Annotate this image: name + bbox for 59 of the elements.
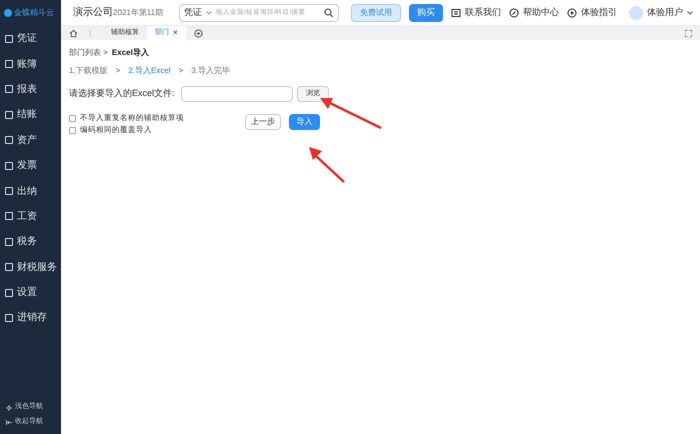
checkbox[interactable] [69, 114, 76, 122]
nav-item[interactable]: 结账 [0, 102, 61, 128]
nav-icon [5, 162, 13, 170]
nav-item[interactable]: 资产 [0, 128, 61, 153]
play-icon [567, 8, 578, 18]
collapse-icon [6, 420, 12, 425]
sun-icon [6, 404, 12, 410]
compass-icon [509, 8, 520, 18]
avatar-icon [629, 6, 644, 20]
nav-icon [5, 110, 13, 119]
nav-icon [5, 85, 13, 94]
search-type-dropdown[interactable]: 凭证 [184, 6, 202, 20]
annotation-arrow [308, 146, 346, 183]
nav-item[interactable]: 凭证 [0, 26, 61, 52]
nav-icon [5, 238, 13, 246]
user-menu[interactable]: 体验用户 [647, 6, 684, 20]
nav-item[interactable]: 税务 [0, 229, 61, 255]
nav-item[interactable]: 账簿 [0, 51, 61, 77]
period-text: 2021年第11期 [113, 6, 164, 18]
nav-icon [5, 212, 13, 220]
nav-item[interactable]: 报表 [0, 76, 61, 102]
nav-item[interactable]: 设置 [0, 280, 61, 306]
company-name: 演示公司 [73, 6, 113, 20]
nav-item[interactable]: 出纳 [0, 178, 61, 204]
nav-icon [5, 288, 13, 297]
nav-item[interactable]: 工资 [0, 204, 61, 230]
nav-item[interactable]: 发票 [0, 152, 61, 178]
nav-icon [5, 136, 13, 144]
nav-item[interactable]: 财税服务 [0, 254, 61, 280]
nav-icon [5, 187, 13, 196]
add-tab-icon[interactable] [194, 28, 203, 38]
nav-item[interactable]: 进销存 [0, 305, 61, 331]
header-link[interactable]: 帮助中心 [509, 6, 560, 20]
file-label: 请选择要导入的Excel文件: [69, 87, 176, 100]
logo-text: 金蝶精斗云 [14, 7, 54, 19]
fullscreen-icon[interactable] [685, 30, 692, 36]
logo-icon [4, 9, 12, 17]
caret-icon [687, 10, 694, 14]
previous-step-button[interactable]: 上一步 [245, 114, 281, 130]
home-icon[interactable] [69, 28, 78, 38]
step-separator: > [178, 65, 184, 77]
checkbox[interactable] [69, 126, 76, 134]
header-link[interactable]: 体验指引 [567, 6, 618, 20]
caret-icon [206, 10, 212, 14]
nav-icon [5, 314, 13, 322]
step-separator: > [116, 65, 120, 77]
step: 3.导入完毕 [191, 65, 230, 77]
breadcrumb-current: Excel导入 [112, 47, 149, 59]
step: 1.下载模版 [69, 65, 108, 77]
nav-icon [5, 263, 13, 272]
file-path-field[interactable] [181, 86, 293, 102]
breadcrumb-link[interactable]: 部门列表 > [69, 47, 108, 59]
nav-icon [5, 60, 13, 68]
step: 2.导入Excel [128, 65, 171, 77]
search-icon [324, 8, 334, 18]
header-link[interactable]: 联系我们 [451, 6, 502, 20]
contact-icon [451, 8, 462, 18]
nav-icon [5, 34, 13, 43]
tab-close-button[interactable]: × [173, 27, 178, 39]
